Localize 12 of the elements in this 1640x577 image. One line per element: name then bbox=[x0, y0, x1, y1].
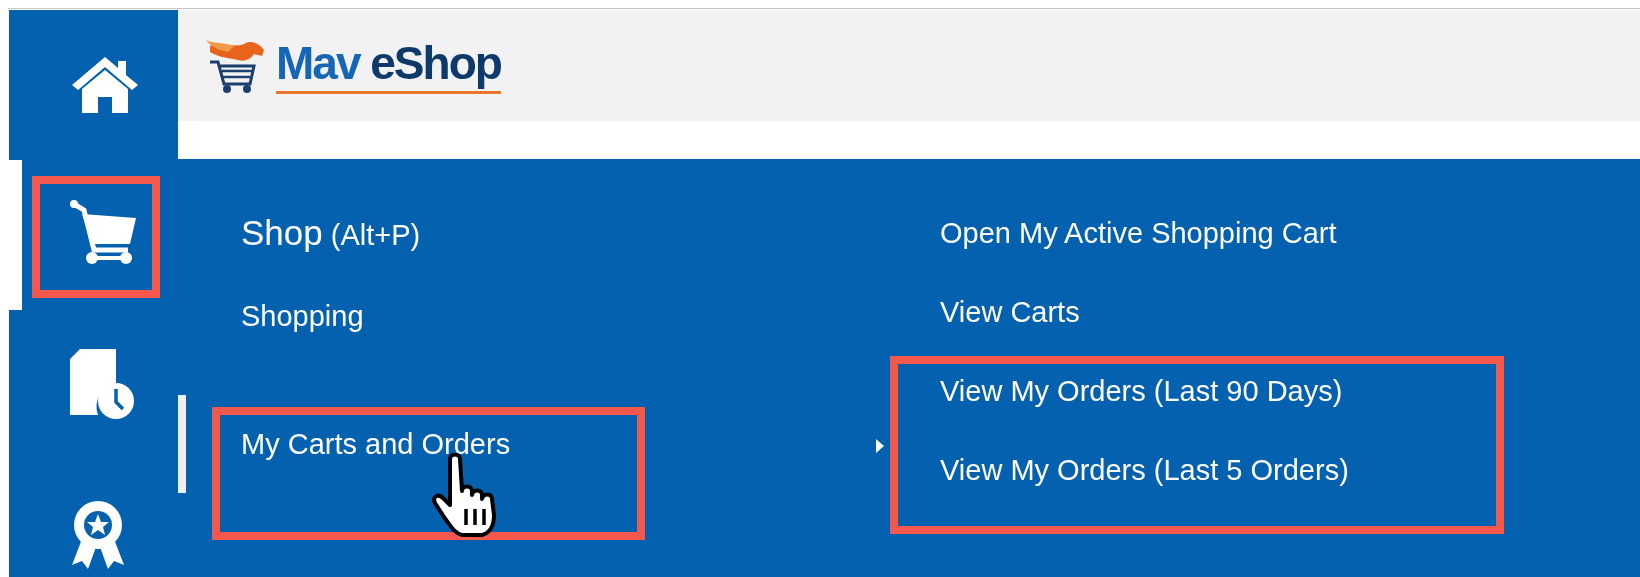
document-clock-icon[interactable] bbox=[70, 349, 134, 421]
submenu-arrow-icon bbox=[876, 439, 884, 453]
menu-item[interactable]: My Carts and Orders bbox=[241, 427, 511, 461]
submenu-item[interactable]: View My Orders (Last 90 Days) bbox=[940, 373, 1349, 452]
logo-wordmark: Mav eShop bbox=[276, 37, 501, 94]
home-icon[interactable] bbox=[70, 55, 140, 115]
award-icon[interactable] bbox=[70, 499, 126, 571]
menu-heading: Shop (Alt+P) bbox=[241, 213, 421, 254]
menu-item[interactable]: Shopping bbox=[241, 299, 364, 333]
submenu-item[interactable]: View My Orders (Last 5 Orders) bbox=[940, 452, 1349, 531]
submenu-item[interactable]: Open My Active Shopping Cart bbox=[940, 215, 1349, 294]
submenu-item[interactable]: View Carts bbox=[940, 294, 1349, 373]
